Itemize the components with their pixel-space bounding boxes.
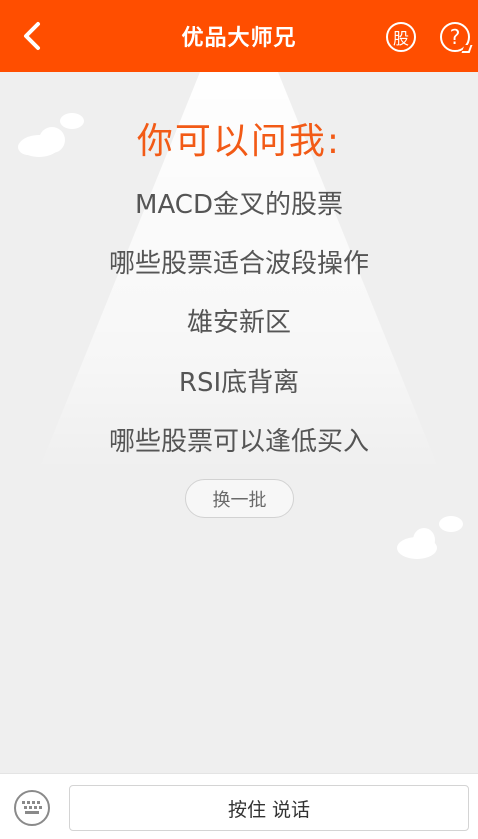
keyboard-icon	[22, 801, 42, 814]
prompt-title: 你可以问我:	[136, 121, 342, 162]
keyboard-toggle-button[interactable]	[14, 790, 50, 826]
suggestion-item[interactable]: MACD金叉的股票	[0, 184, 478, 221]
hold-to-talk-button[interactable]: 按住 说话	[69, 785, 469, 831]
chevron-left-icon	[24, 22, 40, 50]
speech-tail-decoration	[461, 45, 473, 53]
bottom-input-bar: 按住 说话	[0, 773, 478, 839]
help-button[interactable]: ?	[440, 22, 473, 53]
back-button[interactable]	[14, 18, 50, 54]
cloud-decoration-right	[397, 516, 463, 559]
suggestion-item[interactable]: 哪些股票可以逢低买入	[0, 421, 478, 458]
suggestion-item[interactable]: 雄安新区	[0, 302, 478, 339]
refresh-button[interactable]: 换一批	[185, 479, 294, 518]
suggestion-item[interactable]: RSI底背离	[0, 362, 478, 399]
page-title: 优品大师兄	[181, 26, 297, 51]
help-icon: ?	[449, 25, 461, 49]
stock-icon: 股	[392, 29, 409, 48]
top-bar: 优品大师兄 股 ?	[0, 0, 478, 72]
suggestion-item[interactable]: 哪些股票适合波段操作	[0, 243, 478, 280]
stock-button[interactable]: 股	[386, 22, 416, 52]
